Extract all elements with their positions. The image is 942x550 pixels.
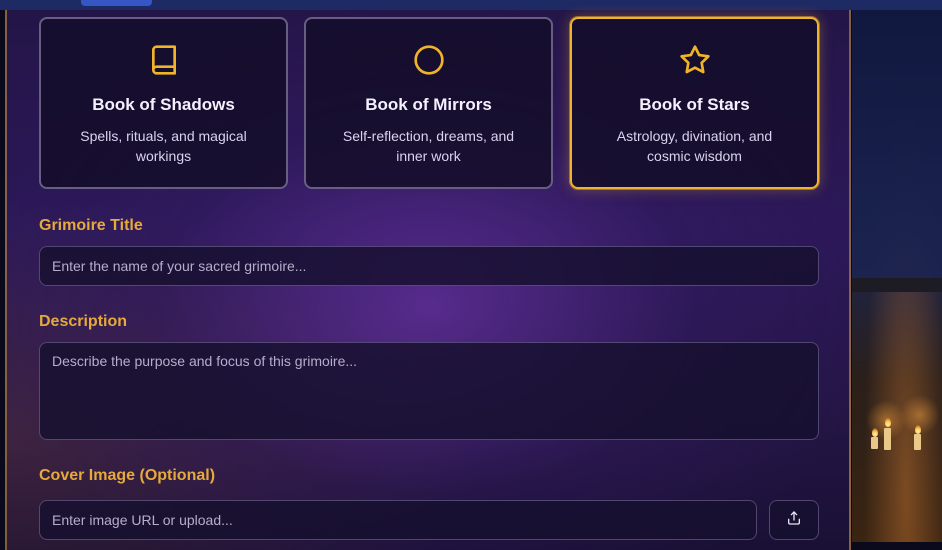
- card-description: Self-reflection, dreams, and inner work: [342, 128, 515, 164]
- grimoire-type-card-shadows[interactable]: Book of Shadows Spells, rituals, and mag…: [39, 17, 288, 189]
- cover-image-label: Cover Image (Optional): [39, 467, 216, 484]
- stone-ledge: [852, 278, 942, 292]
- star-icon: [679, 44, 711, 76]
- grimoire-title-input[interactable]: [39, 246, 819, 286]
- card-description: Astrology, divination, and cosmic wisdom: [616, 128, 773, 164]
- upload-icon: [786, 510, 802, 531]
- candle-flame: [872, 428, 878, 437]
- card-title: Book of Shadows: [92, 95, 235, 114]
- grimoire-title-label: Grimoire Title: [39, 217, 143, 234]
- candle: [871, 437, 878, 449]
- description-label: Description: [39, 313, 128, 330]
- description-textarea[interactable]: [39, 342, 819, 440]
- book-icon: [148, 44, 180, 76]
- circle-icon: [413, 44, 445, 76]
- card-title: Book of Mirrors: [365, 95, 492, 114]
- candle: [914, 434, 921, 450]
- candle-flame: [885, 418, 891, 427]
- candle: [884, 428, 891, 450]
- upload-image-button[interactable]: [769, 500, 819, 540]
- background-scene: [852, 0, 942, 542]
- cover-image-url-input[interactable]: [39, 500, 757, 540]
- grimoire-type-card-stars[interactable]: Book of Stars Astrology, divination, and…: [570, 17, 819, 189]
- card-description: Spells, rituals, and magical workings: [80, 128, 247, 164]
- grimoire-type-card-mirrors[interactable]: Book of Mirrors Self-reflection, dreams,…: [304, 17, 553, 189]
- active-nav-tab[interactable]: [81, 0, 152, 6]
- candle-flame: [915, 425, 921, 434]
- night-sky: [852, 0, 942, 278]
- top-nav-bar: [0, 0, 942, 10]
- card-title: Book of Stars: [639, 95, 750, 114]
